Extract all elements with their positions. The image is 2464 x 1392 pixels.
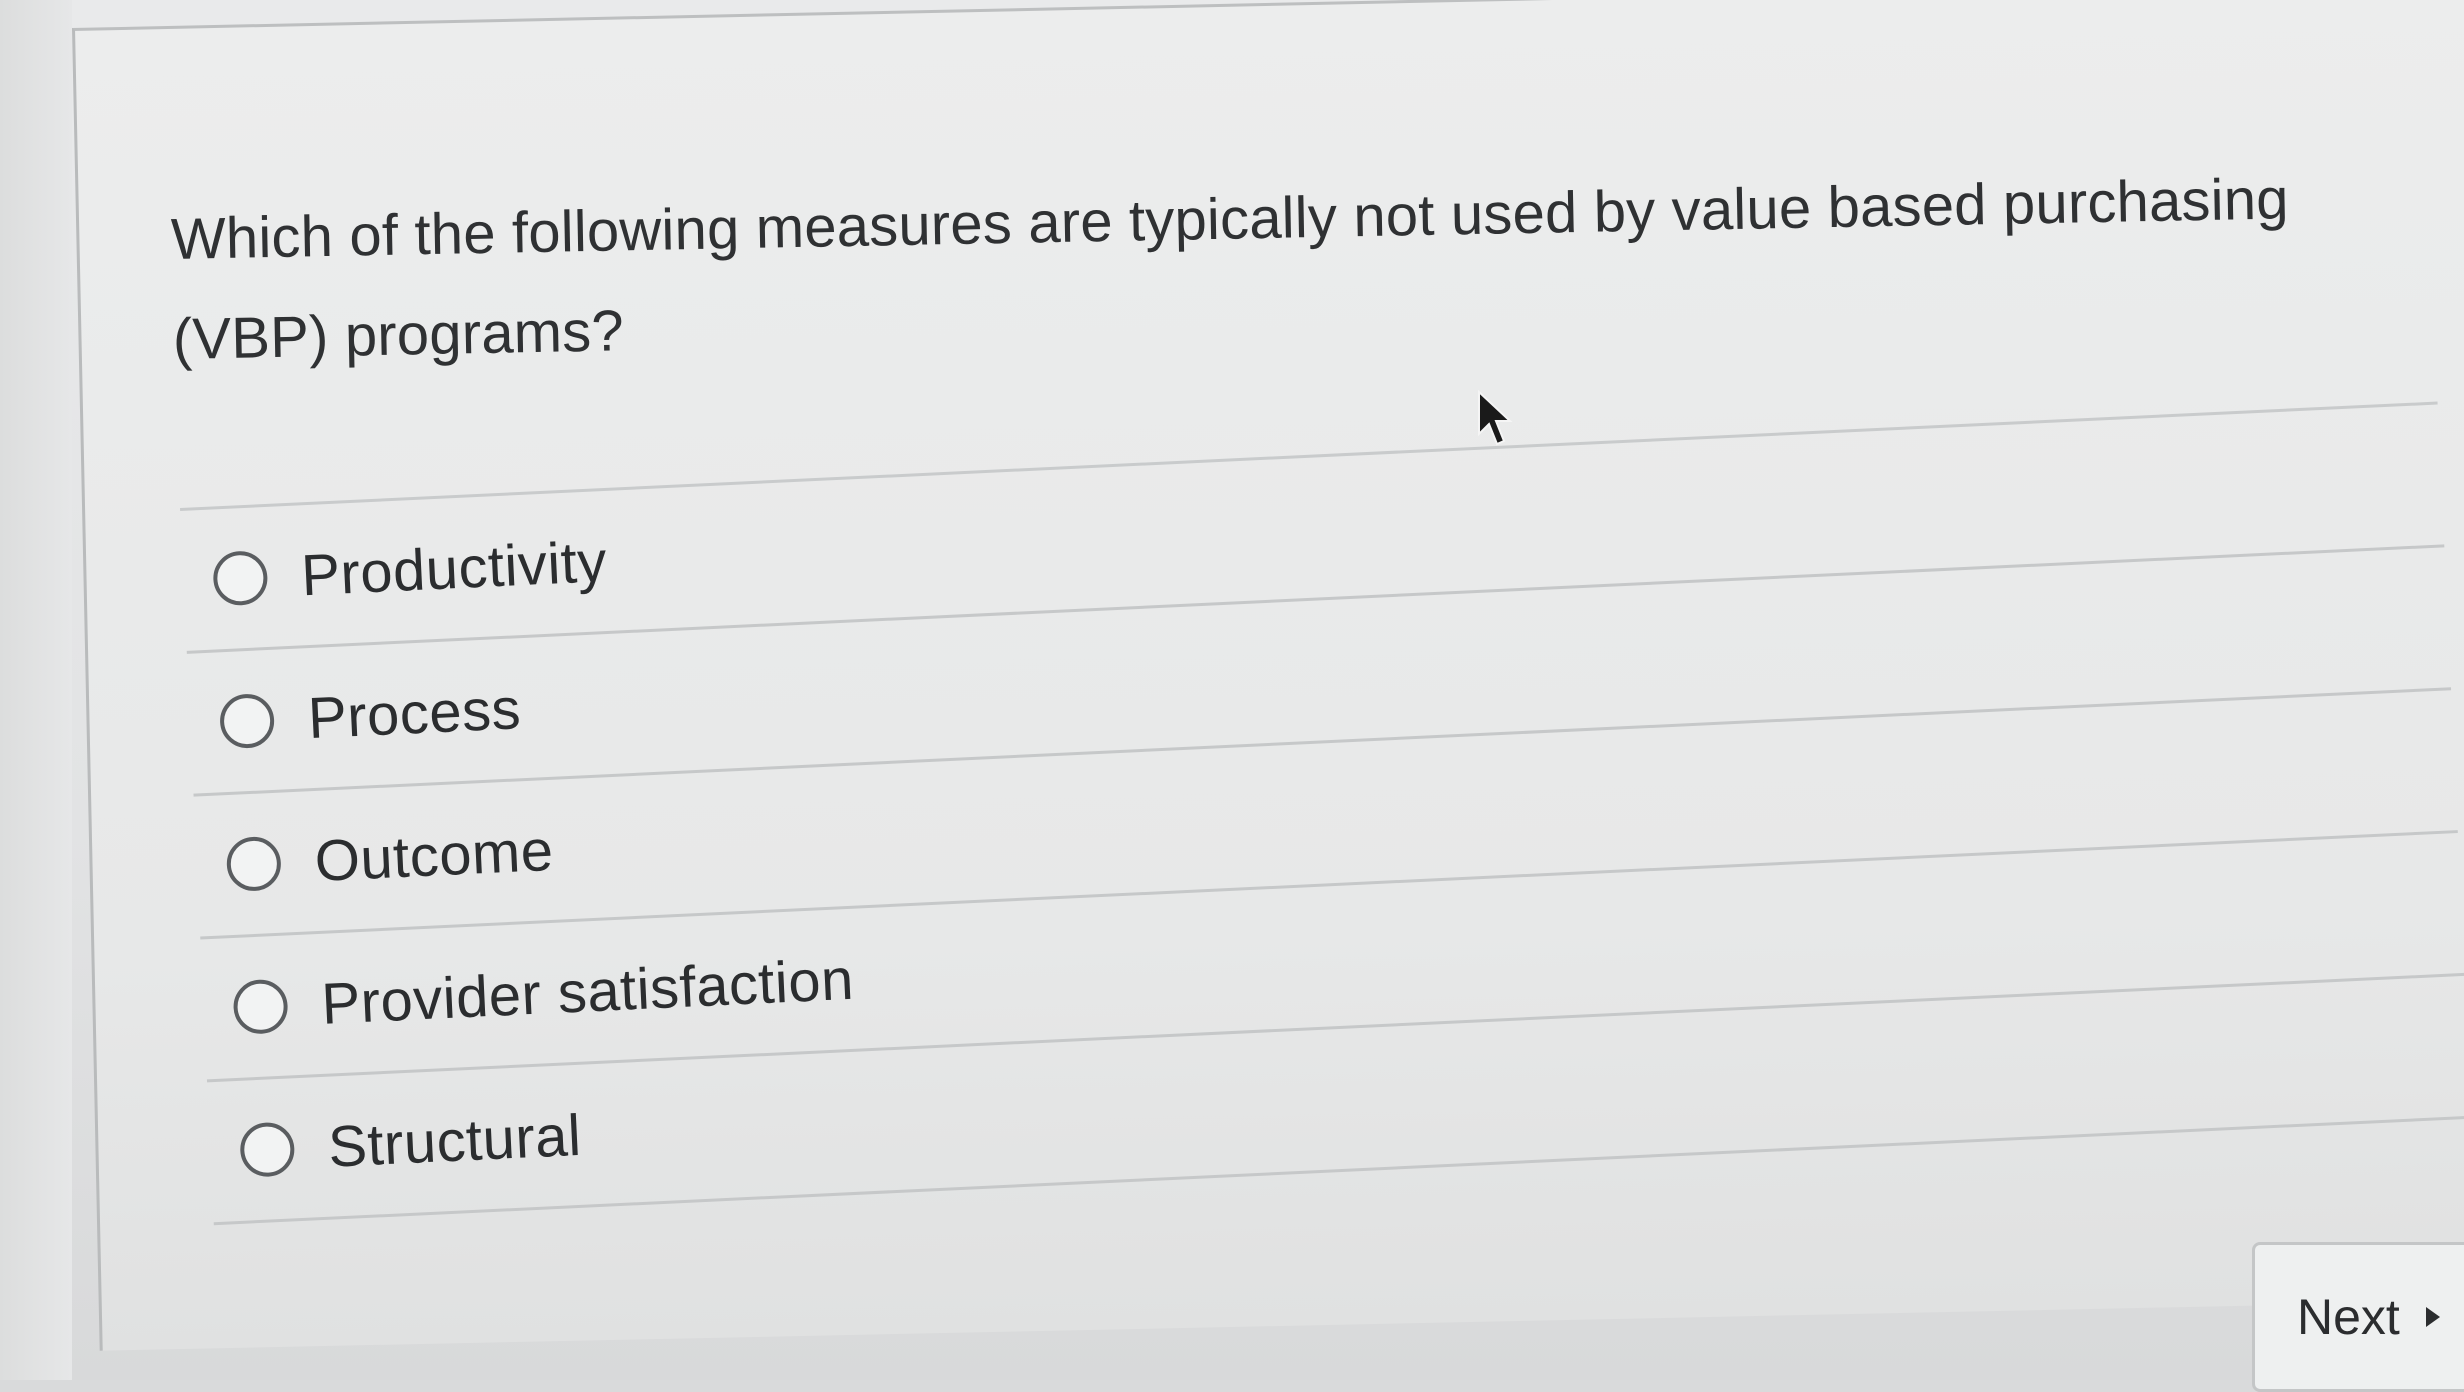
option-label: Structural xyxy=(326,1102,583,1180)
option-label: Process xyxy=(306,675,523,751)
screen: Which of the following measures are typi… xyxy=(0,0,2464,1392)
page-margin xyxy=(0,0,72,1380)
caret-right-icon xyxy=(2425,1307,2440,1327)
option-label: Provider satisfaction xyxy=(319,946,856,1037)
question-text: Which of the following measures are typi… xyxy=(170,166,2290,372)
option-label: Productivity xyxy=(299,528,609,608)
mouse-pointer-icon xyxy=(1478,390,1513,446)
radio-button-process[interactable] xyxy=(218,692,276,750)
answer-options: Productivity Process Outcome Provider sa… xyxy=(180,401,2464,1226)
radio-button-structural[interactable] xyxy=(239,1121,296,1178)
radio-button-outcome[interactable] xyxy=(225,835,283,893)
radio-button-provider-satisfaction[interactable] xyxy=(232,978,289,1035)
question-area: Which of the following measures are typi… xyxy=(170,147,2393,390)
next-button-label: Next xyxy=(2297,1289,2400,1345)
radio-button-productivity[interactable] xyxy=(212,549,269,607)
option-label: Outcome xyxy=(313,817,555,894)
next-button[interactable]: Next xyxy=(2252,1242,2464,1392)
